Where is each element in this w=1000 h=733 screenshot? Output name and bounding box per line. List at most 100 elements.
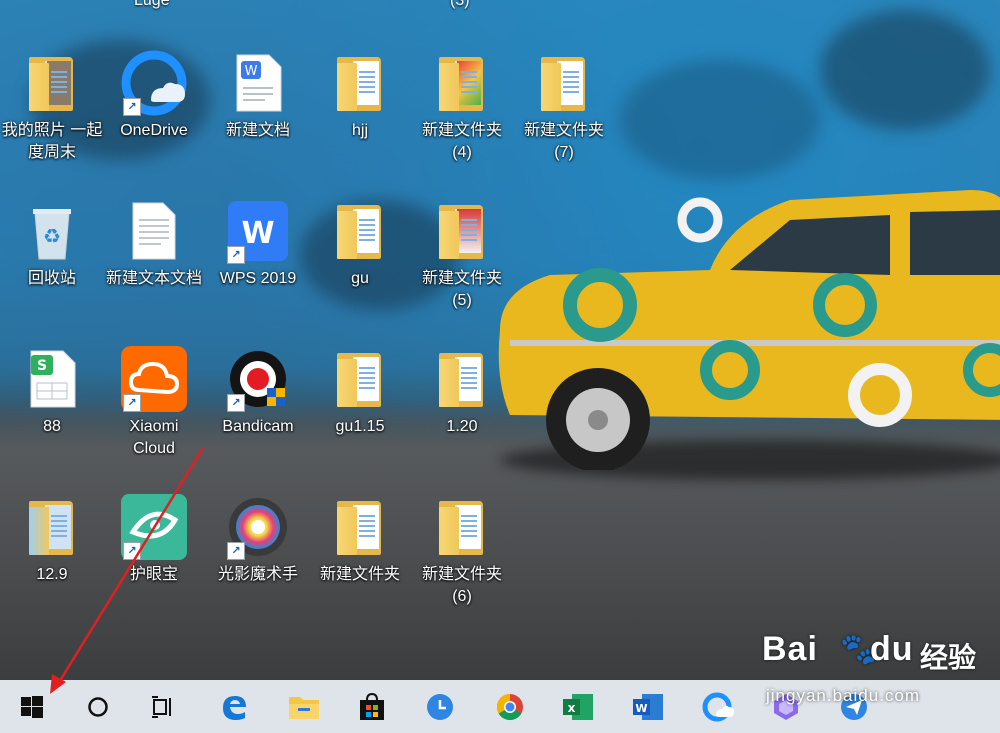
cut-off-label: Luge (134, 0, 170, 9)
aperture-icon: ↗ (225, 494, 291, 560)
clock-icon (427, 693, 453, 720)
desktop-icon-folder-hjj[interactable]: hjj (308, 40, 412, 180)
cortana-search-button[interactable] (68, 680, 128, 733)
onedrive-icon (702, 692, 734, 721)
onedrive-button[interactable] (688, 680, 748, 733)
desktop-icon-label: WPS 2019 (219, 270, 297, 287)
shortcut-arrow-icon: ↗ (227, 394, 245, 412)
shortcut-arrow-icon: ↗ (123, 98, 141, 116)
desktop-icon-wps-document[interactable]: W 新建文档 (206, 40, 310, 180)
desktop-icon-label: 12.9 (36, 566, 68, 583)
svg-text:W: W (241, 216, 274, 251)
word-button[interactable]: W (618, 680, 678, 733)
spreadsheet-icon: S (19, 346, 85, 412)
windows-logo-icon (21, 695, 43, 718)
desktop-icon-sheet-88[interactable]: S 88 (0, 336, 104, 476)
task-view-icon (152, 695, 171, 718)
watermark-brand: Bai (762, 630, 818, 668)
desktop-icon-photo-editor[interactable]: ↗ 光影魔术手 (206, 484, 310, 624)
chrome-icon (496, 693, 523, 720)
watermark-brand-suffix: du (870, 630, 914, 668)
desktop-icon-folder-4[interactable]: 新建文件夹 (4) (410, 40, 514, 180)
watermark-url: jingyan.baidu.com (766, 686, 921, 705)
excel-icon: x (563, 693, 593, 720)
desktop: Luge (3) 我的照片 一起 度周末 ↗ OneDrive W 新建文档 h… (0, 0, 1000, 733)
desktop-icon-label: 护眼宝 (129, 566, 178, 583)
desktop-icon-folder-12-9[interactable]: 12.9 (0, 484, 104, 624)
folder-blue-icon (19, 494, 85, 560)
folder-icon (429, 346, 495, 412)
desktop-icon-wps[interactable]: W ↗ WPS 2019 (206, 188, 310, 328)
svg-text:♻: ♻ (43, 224, 61, 248)
wps-icon: W ↗ (225, 198, 291, 264)
desktop-icon-folder-1-20[interactable]: 1.20 (410, 336, 514, 476)
desktop-icon-text-file[interactable]: 新建文本文档 (102, 188, 206, 328)
desktop-icon-folder-5[interactable]: 新建文件夹 (5) (410, 188, 514, 328)
folder-icon (289, 696, 319, 719)
desktop-icon-eye-care[interactable]: ↗ 护眼宝 (102, 484, 206, 624)
cut-off-label: (3) (450, 0, 470, 9)
desktop-icon-label: 新建文档 (225, 122, 290, 139)
svg-text:W: W (245, 64, 258, 79)
desktop-icon-label: OneDrive (120, 122, 188, 139)
desktop-icon-label: 1.20 (446, 418, 478, 435)
wall-texture (620, 60, 820, 180)
desktop-icon-folder-6[interactable]: 新建文件夹 (6) (410, 484, 514, 624)
desktop-icon-xiaomi-cloud[interactable]: ↗ Xiaomi Cloud (102, 336, 206, 476)
svg-text:x: x (568, 701, 576, 715)
desktop-icon-recycle-bin[interactable]: ♻ 回收站 (0, 188, 104, 328)
clock-app-button[interactable] (410, 680, 470, 733)
circle-icon (88, 696, 108, 717)
watermark-cn: 经验 (920, 642, 977, 673)
desktop-icon-label: 新建文件夹 (4) (421, 122, 502, 161)
shortcut-arrow-icon: ↗ (227, 246, 245, 264)
excel-button[interactable]: x (548, 680, 608, 733)
desktop-icon-label: 回收站 (27, 270, 76, 287)
desktop-icon-label: Xiaomi Cloud (129, 418, 179, 457)
desktop-icon-label: hjj (351, 122, 368, 139)
word-icon: W (633, 693, 663, 720)
xiaomi-cloud-icon: ↗ (121, 346, 187, 412)
desktop-icon-folder-gu[interactable]: gu (308, 188, 412, 328)
desktop-icon-new-folder[interactable]: 新建文件夹 (308, 484, 412, 624)
bandicam-icon: ↗ (225, 346, 291, 412)
desktop-icon-label: 新建文本文档 (105, 270, 202, 287)
folder-icon (531, 50, 597, 116)
recycle-bin-icon: ♻ (19, 198, 85, 264)
wallpaper-yellow-car (498, 190, 1000, 470)
desktop-icon-label: 光影魔术手 (217, 566, 298, 583)
photo-folder-icon (19, 50, 85, 116)
edge-icon (223, 695, 246, 720)
desktop-icon-folder-7[interactable]: 新建文件夹 (7) (512, 40, 616, 180)
folder-red-icon (429, 198, 495, 264)
svg-text:S: S (37, 358, 47, 374)
desktop-icon-label: 88 (43, 418, 61, 435)
folder-icon (327, 346, 393, 412)
desktop-icon-label: 新建文件夹 (6) (421, 566, 502, 605)
shortcut-arrow-icon: ↗ (123, 542, 141, 560)
desktop-icon-photos[interactable]: 我的照片 一起 度周末 (0, 40, 104, 180)
wall-texture (820, 10, 990, 130)
task-view-button[interactable] (134, 680, 194, 733)
store-bag-icon (360, 692, 384, 720)
desktop-icon-label: 新建文件夹 (7) (523, 122, 604, 161)
desktop-icon-label: 我的照片 一起 度周末 (1, 122, 103, 161)
desktop-icon-label: gu1.15 (335, 418, 385, 435)
folder-icon (327, 198, 393, 264)
desktop-icon-label: Bandicam (222, 418, 294, 435)
start-button[interactable] (2, 680, 62, 733)
desktop-icon-bandicam[interactable]: ↗ Bandicam (206, 336, 310, 476)
store-button[interactable] (342, 680, 402, 733)
desktop-icon-folder-gu1-15[interactable]: gu1.15 (308, 336, 412, 476)
baidu-jingyan-watermark: Bai 🐾 du 经验 (762, 630, 992, 680)
text-file-icon (121, 198, 187, 264)
folder-colorful-icon (429, 50, 495, 116)
desktop-icon-onedrive[interactable]: ↗ OneDrive (102, 40, 206, 180)
chrome-button[interactable] (480, 680, 540, 733)
file-explorer-button[interactable] (274, 680, 334, 733)
onedrive-icon: ↗ (121, 50, 187, 116)
shortcut-arrow-icon: ↗ (123, 394, 141, 412)
svg-text:W: W (635, 702, 647, 715)
edge-button[interactable] (204, 680, 264, 733)
wps-document-icon: W (225, 50, 291, 116)
